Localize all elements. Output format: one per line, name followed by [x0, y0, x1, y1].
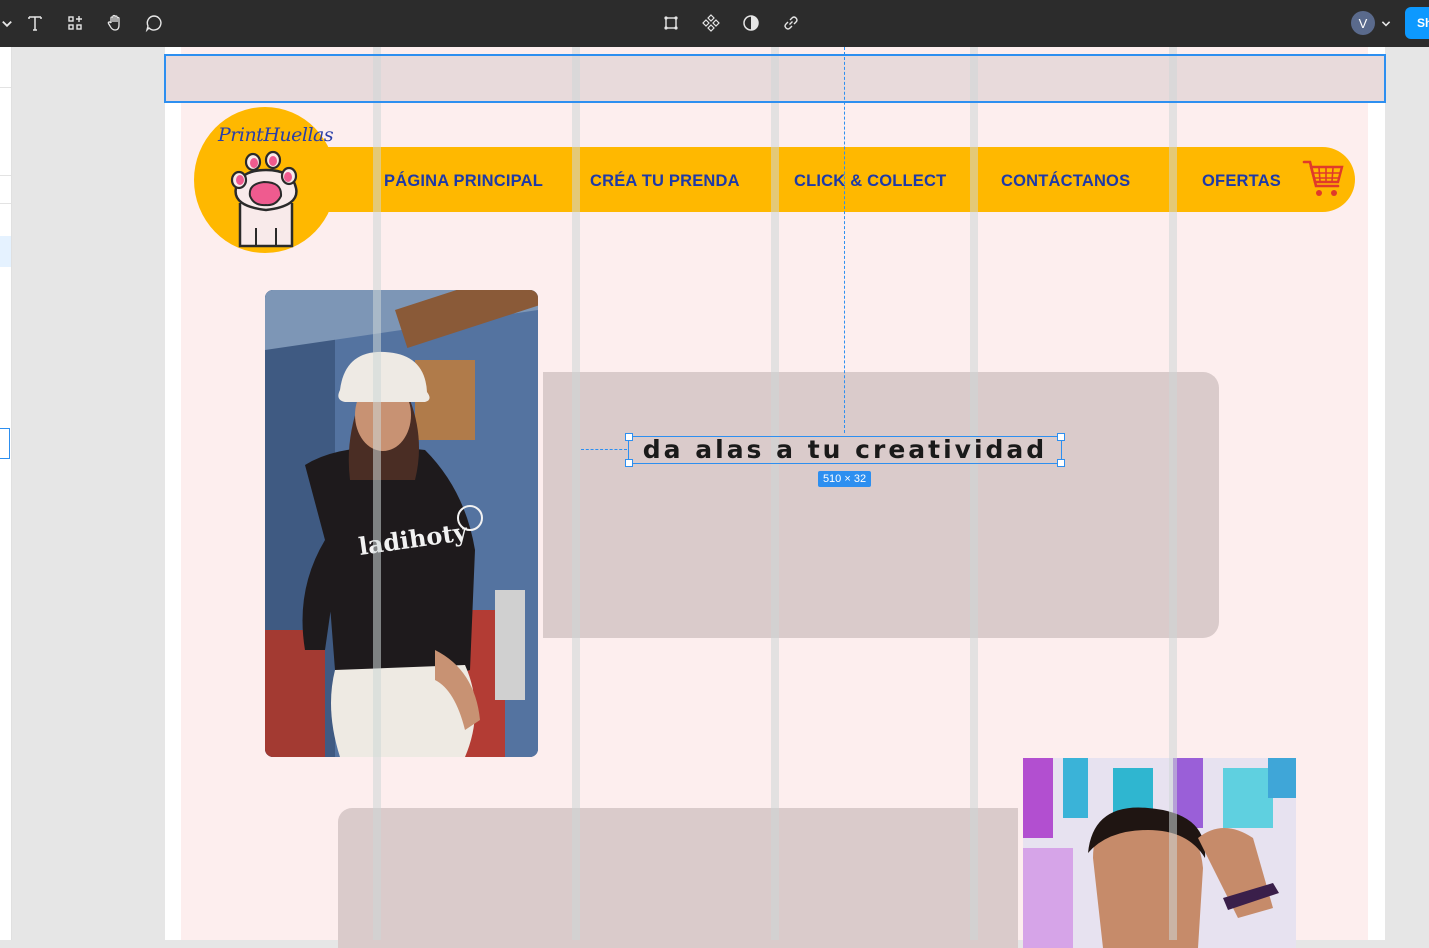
dimension-badge: 510 × 32	[818, 471, 871, 487]
link-icon[interactable]	[779, 11, 803, 35]
nav-item-offers[interactable]: OFERTAS	[1202, 172, 1281, 191]
panel-divider	[0, 87, 11, 88]
paw-icon	[230, 150, 298, 248]
resize-handle[interactable]	[1057, 459, 1065, 467]
shopping-cart-icon[interactable]	[1302, 158, 1344, 200]
model-photo-woman[interactable]: ladihoty	[265, 290, 538, 757]
layout-grid-column	[771, 47, 779, 940]
contrast-icon[interactable]	[739, 11, 763, 35]
layout-grid-column	[373, 47, 381, 940]
resize-handle[interactable]	[1057, 433, 1065, 441]
resize-handle[interactable]	[625, 433, 633, 441]
panel-divider	[0, 175, 11, 176]
selected-layer-row[interactable]	[0, 236, 11, 267]
model-photo-man-image	[1023, 758, 1296, 948]
hero-card[interactable]	[543, 372, 1219, 638]
layout-grid-column	[970, 47, 978, 940]
layers-panel	[0, 47, 12, 940]
layout-grid-column	[572, 47, 580, 940]
user-avatar[interactable]: V	[1351, 11, 1375, 35]
top-toolbar: V Sh	[0, 0, 1429, 47]
nav-item-contact[interactable]: CONTÁCTANOS	[1001, 172, 1130, 191]
component-icon[interactable]	[699, 11, 723, 35]
chevron-down-icon[interactable]	[0, 11, 14, 35]
nav-item-create[interactable]: CRÉA TU PRENDA	[590, 172, 740, 191]
avatar-chevron-down-icon[interactable]	[1380, 11, 1392, 35]
model-photo-woman-image: ladihoty	[265, 290, 538, 757]
model-photo-man[interactable]	[1023, 758, 1296, 948]
logo-text: PrintHuellas	[218, 124, 334, 146]
frame-tool-icon[interactable]	[659, 11, 683, 35]
resize-handle[interactable]	[625, 459, 633, 467]
components-tool-icon[interactable]	[63, 11, 87, 35]
text-tool-icon[interactable]	[23, 11, 47, 35]
nav-item-click-collect[interactable]: CLICK & COLLECT	[794, 172, 946, 191]
vertical-measure-guide	[844, 47, 845, 433]
hand-tool-icon[interactable]	[103, 11, 127, 35]
comment-tool-icon[interactable]	[142, 11, 166, 35]
panel-divider	[0, 203, 11, 204]
text-selection-box	[628, 436, 1062, 464]
layout-grid-column	[1169, 47, 1177, 940]
nav-item-home[interactable]: PÁGINA PRINCIPAL	[384, 172, 543, 191]
layer-row-outline[interactable]	[0, 428, 10, 459]
horizontal-measure-guide	[581, 449, 627, 450]
header-selection-outline	[164, 54, 1386, 103]
share-button[interactable]: Sh	[1405, 7, 1429, 39]
second-card[interactable]	[338, 808, 1018, 948]
